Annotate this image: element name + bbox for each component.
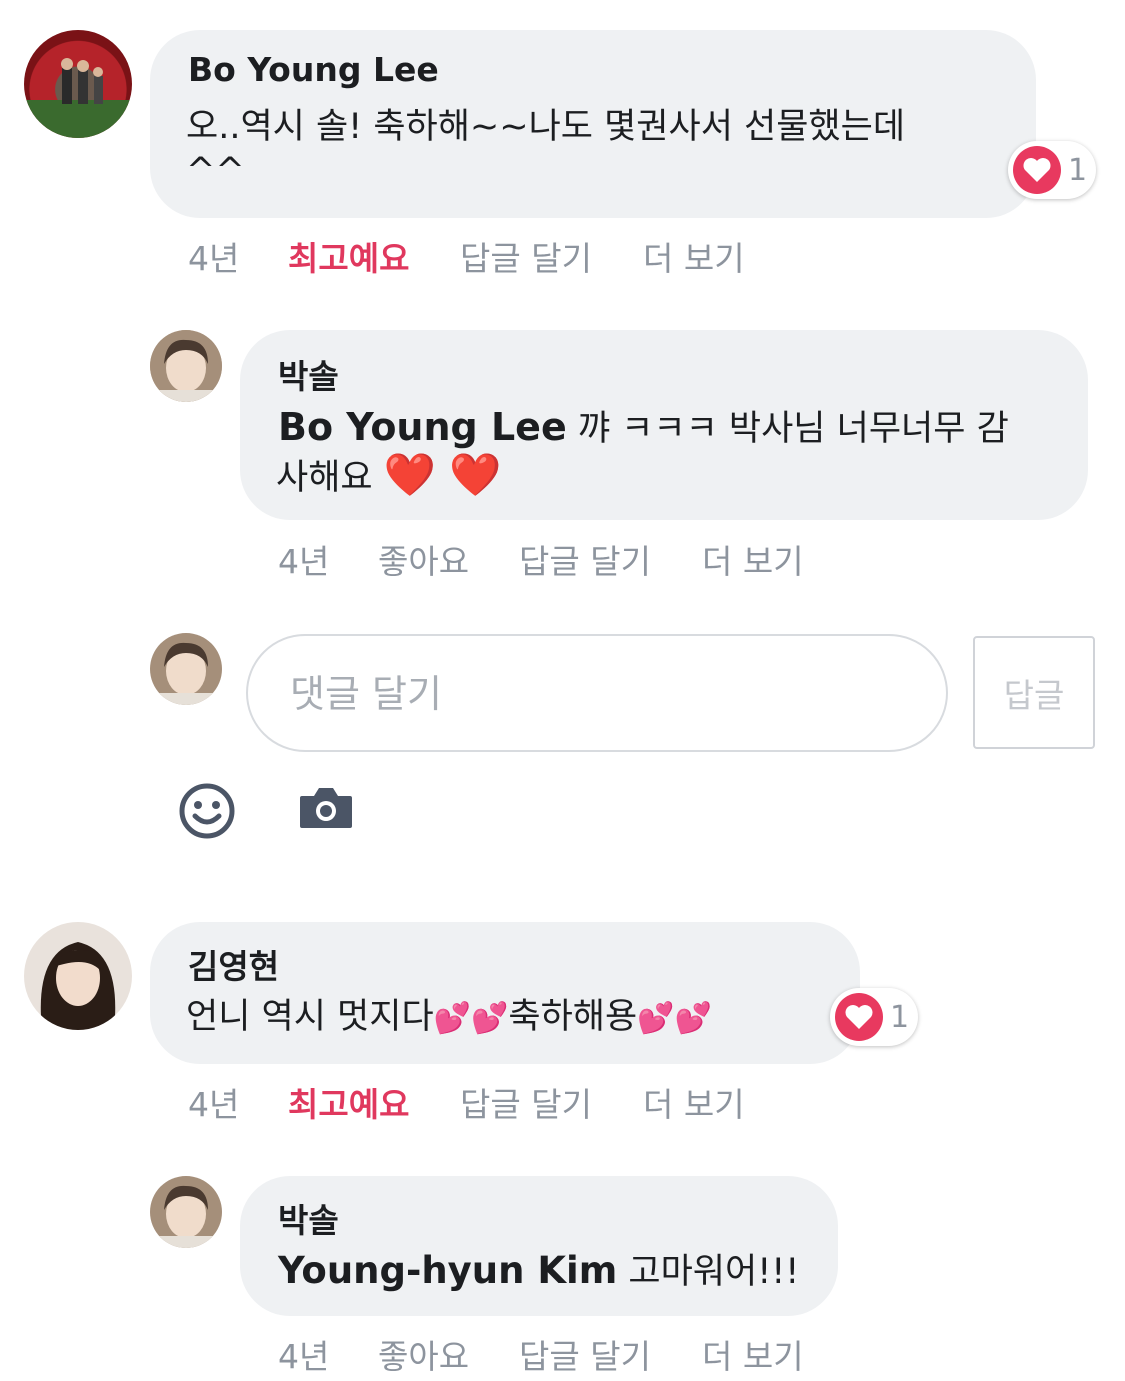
comment-text: 꺄 ㅋㅋㅋ 박사님 너무너무 감 — [566, 409, 1009, 449]
comment-text-line1: 오..역시 솔! 축하해~~나도 몇권사서 선물했는데 — [186, 107, 906, 147]
heart-emoji: ❤️ ❤️ — [383, 450, 502, 499]
hearts-emoji: 💕💕 — [637, 1001, 712, 1036]
comment-text: Young-hyun Kim 고마워어!!! — [278, 1248, 799, 1295]
comment-text-part: 축하해용 — [508, 997, 638, 1037]
comment-text-line2: ^^ — [186, 151, 245, 191]
avatar-photo-icon — [24, 922, 132, 1030]
current-user-avatar — [150, 633, 222, 705]
hearts-emoji: 💕💕 — [433, 1001, 509, 1036]
like-button[interactable]: 좋아요 — [378, 1330, 469, 1378]
avatar-park-sol[interactable] — [150, 330, 222, 402]
comment-text: 언니 역시 멋지다💕💕축하해용💕💕 — [186, 994, 712, 1042]
comment-text-line1: Bo Young Lee 꺄 ㅋㅋㅋ 박사님 너무너무 감 — [278, 404, 1009, 452]
reaction-count: 1 — [890, 999, 910, 1035]
comment-text-part: 언니 역시 멋지다 — [186, 997, 434, 1037]
heart-icon — [1013, 146, 1061, 194]
comment-author[interactable]: Bo Young Lee — [188, 50, 439, 89]
reaction-count: 1 — [1068, 152, 1088, 188]
love-button[interactable]: 최고예요 — [288, 232, 409, 280]
avatar-photo-icon — [150, 1176, 222, 1248]
avatar-photo-icon — [24, 58, 132, 138]
comment-text: 사해요 — [276, 458, 384, 498]
camera-icon[interactable] — [298, 786, 354, 830]
reply-input-container — [246, 634, 948, 752]
more-button[interactable]: 더 보기 — [643, 232, 745, 280]
avatar-bo-young-lee[interactable] — [24, 30, 132, 138]
reply-submit-button[interactable]: 답글 — [973, 636, 1095, 749]
more-button[interactable]: 더 보기 — [643, 1078, 745, 1126]
comment-time[interactable]: 4년 — [188, 1078, 239, 1126]
mention-link[interactable]: Bo Young Lee — [278, 405, 567, 449]
avatar-photo-icon — [150, 330, 222, 402]
more-button[interactable]: 더 보기 — [702, 1330, 804, 1378]
comment-text-part: 고마워어!!! — [617, 1252, 800, 1292]
comment-author[interactable]: 박솔 — [278, 350, 339, 398]
comment-time[interactable]: 4년 — [278, 1330, 329, 1378]
more-button[interactable]: 더 보기 — [702, 535, 804, 583]
reaction-badge[interactable]: 1 — [830, 988, 918, 1046]
comment-author[interactable]: 박솔 — [278, 1194, 339, 1242]
comment-author[interactable]: 김영현 — [188, 940, 279, 988]
reply-button[interactable]: 답글 달기 — [519, 535, 651, 583]
comment-text-line2: 사해요 ❤️ ❤️ — [276, 452, 502, 501]
heart-icon — [835, 993, 883, 1041]
reply-input[interactable] — [288, 662, 892, 726]
smiley-icon[interactable] — [178, 782, 236, 840]
avatar-photo-icon — [150, 633, 222, 705]
love-button[interactable]: 최고예요 — [288, 1078, 409, 1126]
mention-link[interactable]: Young-hyun Kim — [278, 1249, 617, 1292]
reply-button[interactable]: 답글 달기 — [519, 1330, 651, 1378]
reaction-badge[interactable]: 1 — [1008, 141, 1096, 199]
comment-time[interactable]: 4년 — [278, 535, 329, 583]
reply-button[interactable]: 답글 달기 — [460, 232, 592, 280]
reply-button[interactable]: 답글 달기 — [460, 1078, 592, 1126]
like-button[interactable]: 좋아요 — [378, 535, 469, 583]
avatar-park-sol[interactable] — [150, 1176, 222, 1248]
avatar-kim-young-hyun[interactable] — [24, 922, 132, 1030]
comment-time[interactable]: 4년 — [188, 232, 239, 280]
